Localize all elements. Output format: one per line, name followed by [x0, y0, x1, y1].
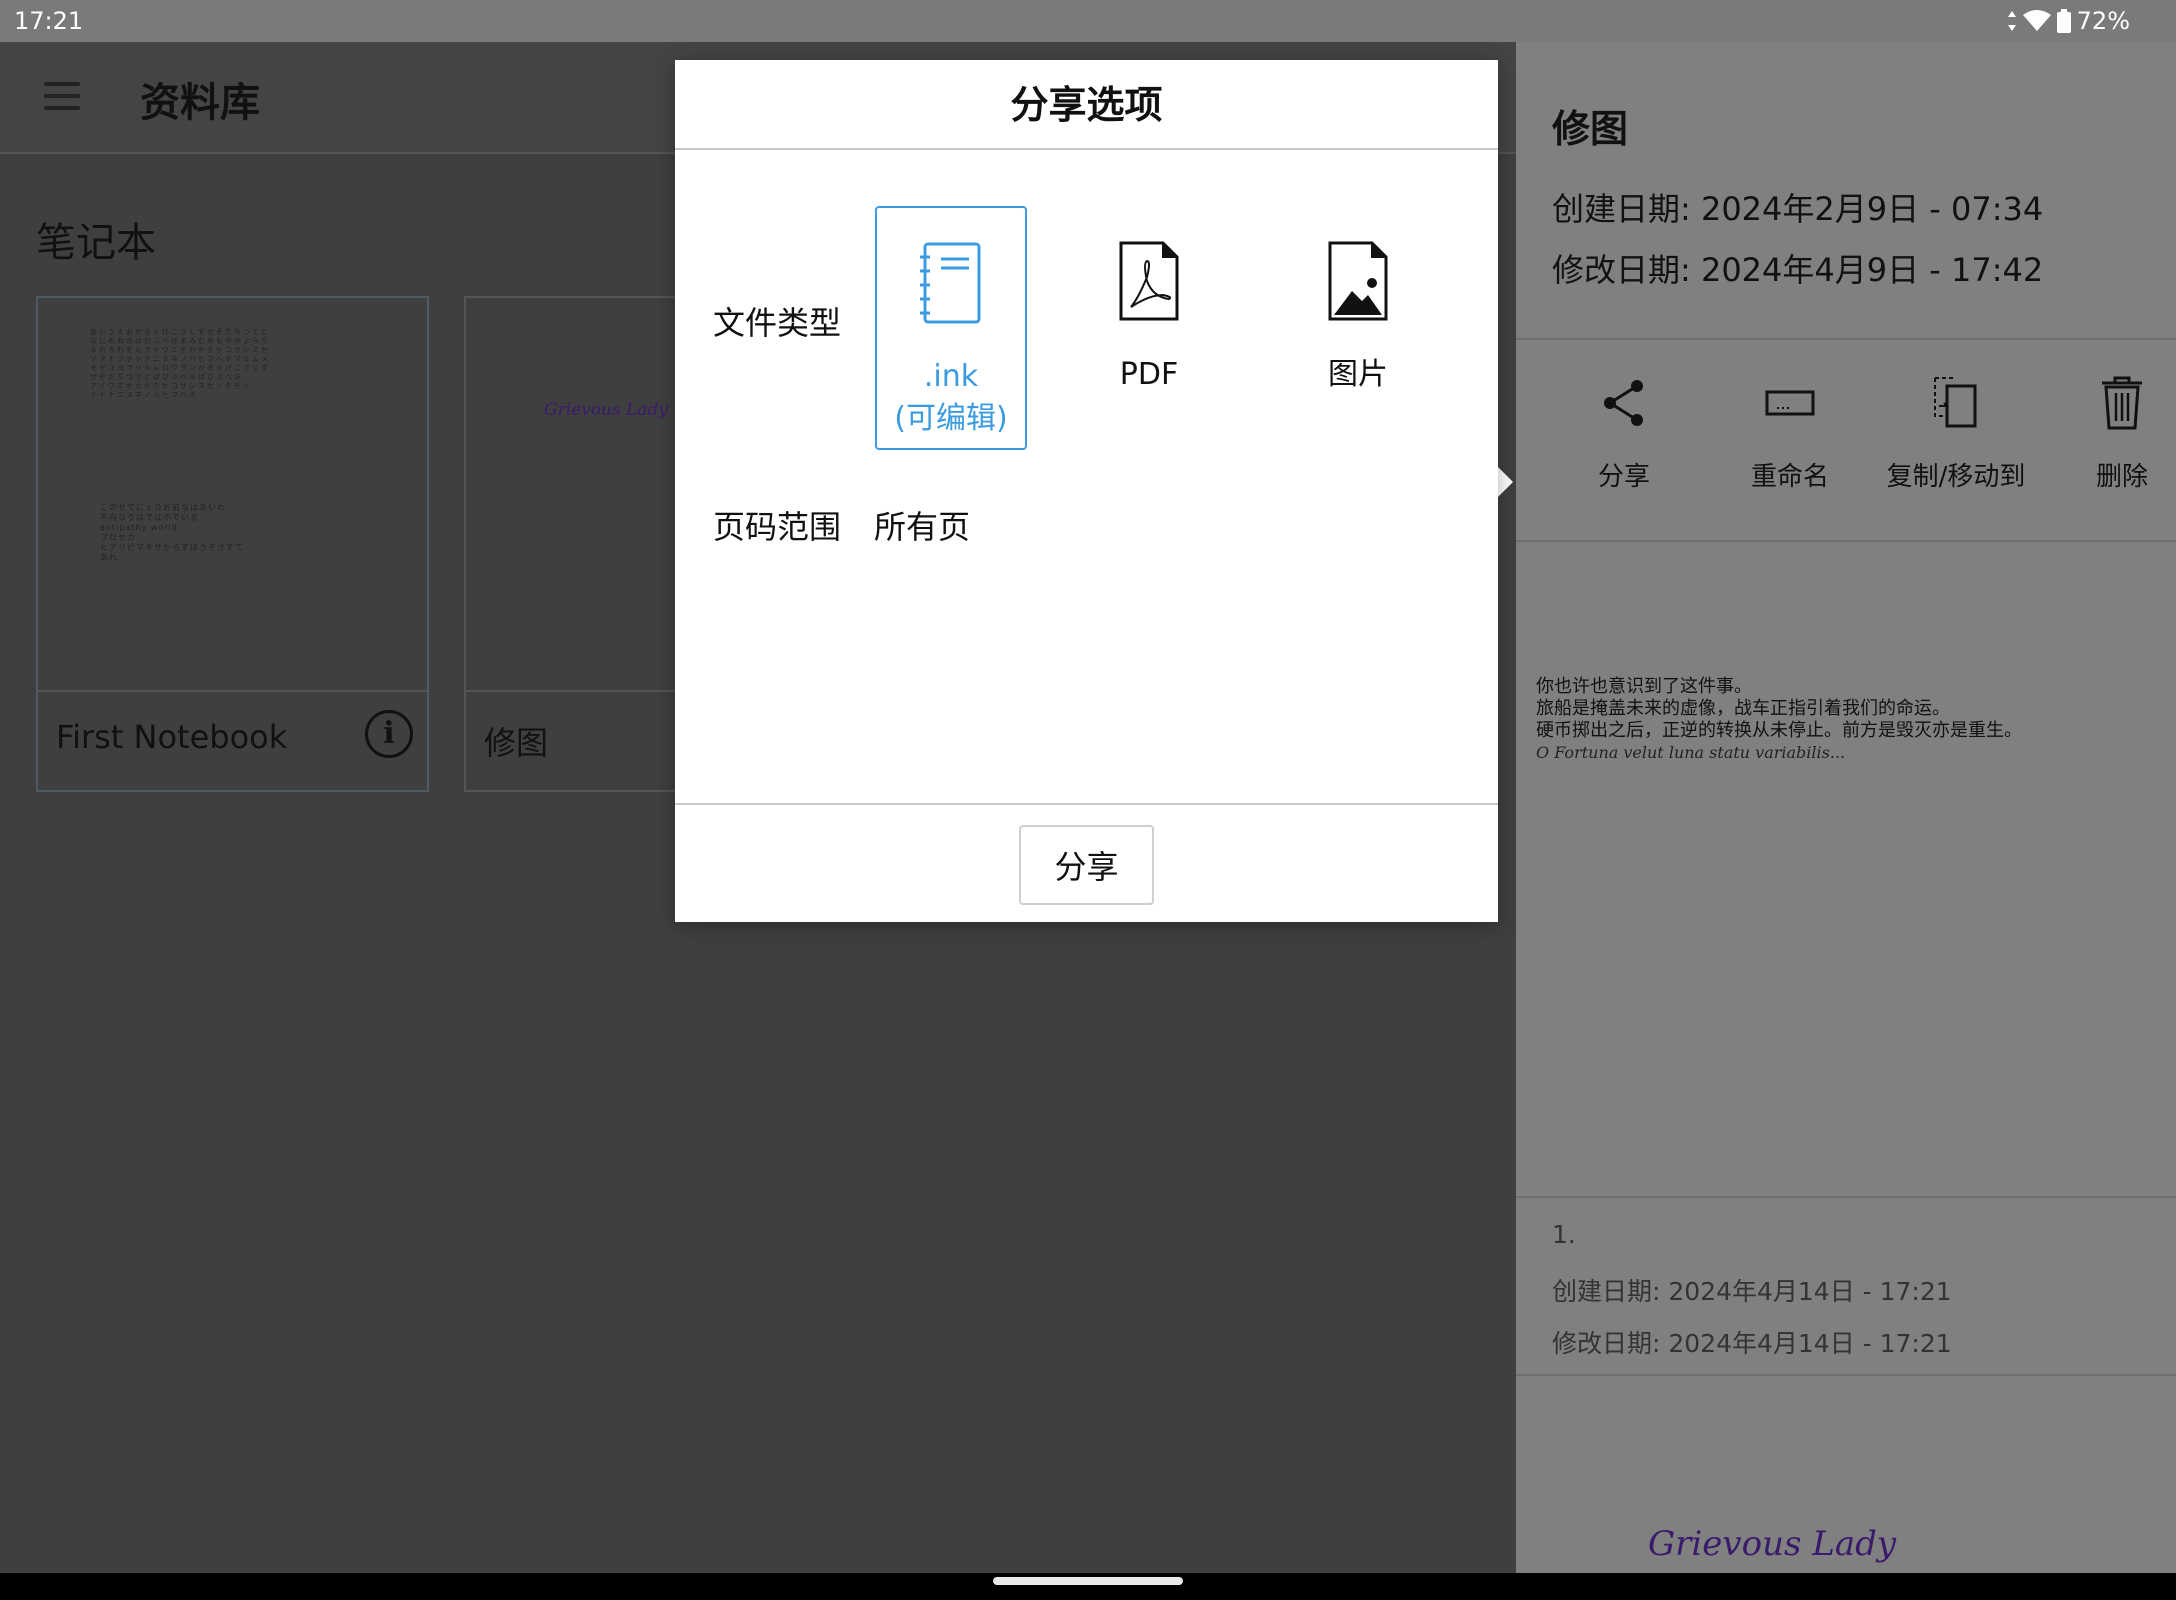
navigation-bar [0, 1573, 2176, 1600]
preview-line: O Fortuna velut luna statu variabilis... [1536, 743, 1846, 762]
file-type-ink-option[interactable]: .ink (可编辑) [875, 206, 1027, 450]
notebook-icon [920, 242, 981, 324]
rename-action[interactable]: 重命名 [1710, 368, 1870, 493]
file-type-label: 文件类型 [713, 304, 842, 342]
dialog-footer: 分享 [675, 803, 1498, 922]
page-number: 1. [1552, 1220, 1576, 1249]
preview-line: 你也许也意识到了这件事。 [1536, 676, 1752, 697]
battery-level: 72% [2076, 7, 2130, 35]
pdf-icon [1119, 241, 1179, 321]
page-range-label: 页码范围 [713, 508, 842, 546]
preview-handwriting: Grievous Lady [1648, 1524, 1897, 1564]
page-info[interactable]: 1. 创建日期: 2024年4月14日 - 17:21 修改日期: 2024年4… [1516, 1198, 2176, 1376]
file-type-image-option[interactable]: 图片 [1282, 206, 1434, 450]
created-date: 创建日期: 2024年2月9日 - 07:34 [1552, 190, 2044, 228]
popover-pointer [1497, 466, 1513, 498]
thumbnail-handwriting: あいうえおかきくけこさしすせそたちつてと なにぬねのはひふへほまみむめもやゆよらり… [90, 328, 271, 399]
delete-action[interactable]: 删除 [2042, 368, 2176, 493]
notebook-name: 修图 [484, 724, 549, 762]
trash-icon [2102, 376, 2142, 430]
modified-date: 修改日期: 2024年4月9日 - 17:42 [1552, 251, 2044, 289]
details-panel: 修图 创建日期: 2024年2月9日 - 07:34 修改日期: 2024年4月… [1516, 42, 2176, 1573]
home-handle[interactable] [993, 1577, 1183, 1585]
image-icon [1328, 241, 1388, 321]
share-action[interactable]: 分享 [1544, 368, 1704, 493]
page-preview[interactable]: Grievous Lady [1516, 1376, 2176, 1573]
wifi-icon [2022, 10, 2051, 31]
share-button[interactable]: 分享 [1019, 825, 1154, 905]
status-bar: 17:21 72% [0, 0, 2176, 42]
page-created-date: 创建日期: 2024年4月14日 - 17:21 [1552, 1277, 1952, 1306]
hamburger-menu-icon[interactable] [44, 82, 80, 112]
panel-title: 修图 [1552, 107, 1629, 151]
share-options-dialog: 分享选项 文件类型 .ink (可编辑) PDF 图片 页码范围 所有页 分享 [675, 60, 1498, 922]
file-type-pdf-option[interactable]: PDF [1073, 206, 1225, 450]
page-range-value[interactable]: 所有页 [874, 502, 970, 548]
notebook-card[interactable]: あいうえおかきくけこさしすせそたちつてと なにぬねのはひふへほまみむめもやゆよらり… [36, 296, 429, 792]
notebook-name: First Notebook [56, 718, 288, 756]
copy-move-action[interactable]: 复制/移动到 [1876, 368, 2036, 493]
section-title: 笔记本 [36, 220, 156, 266]
copy-move-icon [1934, 377, 1977, 428]
rename-icon [1765, 390, 1815, 416]
thumbnail-handwriting: Grievous Lady [544, 400, 669, 420]
status-time: 17:21 [14, 7, 84, 35]
page-modified-date: 修改日期: 2024年4月14日 - 17:21 [1552, 1329, 1952, 1358]
preview-line: 旅船是掩盖未来的虚像，战车正指引着我们的命运。 [1536, 698, 1950, 719]
page-preview[interactable]: 你也许也意识到了这件事。 旅船是掩盖未来的虚像，战车正指引着我们的命运。 硬币掷… [1516, 542, 2176, 1198]
preview-line: 硬币掷出之后，正逆的转换从未停止。前方是毁灭亦是重生。 [1536, 720, 2022, 741]
dialog-title: 分享选项 [675, 60, 1498, 150]
app-title: 资料库 [140, 80, 260, 126]
action-bar: 分享 重命名 复制/移动到 删除 [1516, 340, 2176, 542]
battery-icon [2056, 9, 2071, 33]
share-icon [1604, 380, 1643, 426]
info-icon[interactable]: i [365, 710, 413, 758]
data-transfer-icon [2007, 11, 2016, 31]
notebook-thumbnail: あいうえおかきくけこさしすせそたちつてと なにぬねのはひふへほまみむめもやゆよらり… [38, 298, 427, 692]
